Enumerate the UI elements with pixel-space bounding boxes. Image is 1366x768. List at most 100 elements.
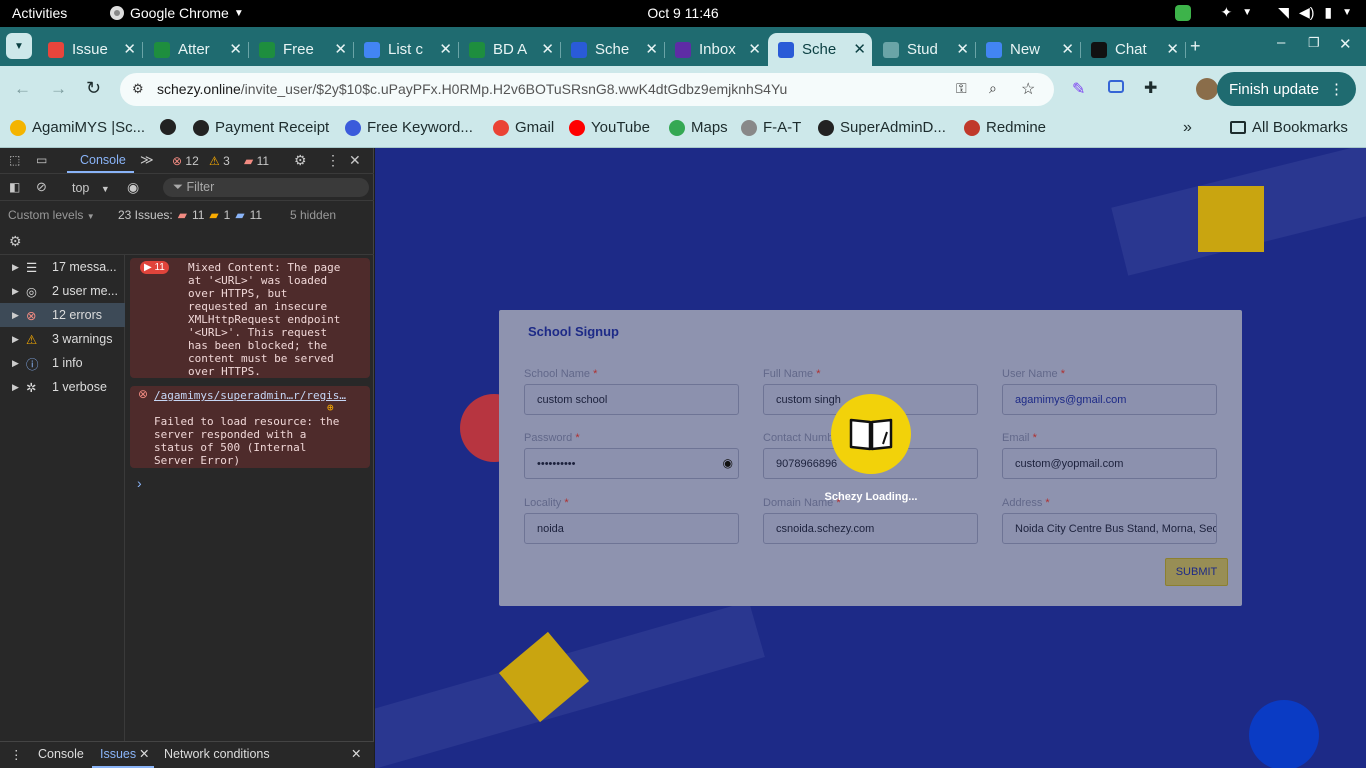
sidebar-item-4[interactable]: ▶ ⓘ 1 info	[0, 351, 125, 375]
field-input[interactable]: custom@yopmail.com	[1002, 448, 1217, 479]
filter-input[interactable]: ⏷ Filter	[163, 178, 369, 197]
drawer-tab-console[interactable]: Console	[38, 747, 84, 761]
sidebar-item-5[interactable]: ▶ ✲ 1 verbose	[0, 375, 125, 399]
error-count-badge[interactable]: ⊗ 12	[172, 154, 199, 168]
address-bar[interactable]: ⚙ schezy.online/invite_user/$2y$10$c.uPa…	[120, 73, 1054, 106]
close-window-button[interactable]: ✕	[1339, 35, 1352, 53]
field-input[interactable]: agamimys@gmail.com	[1002, 384, 1217, 415]
close-tab-icon[interactable]: ✕	[229, 40, 242, 58]
sidebar-item-3[interactable]: ▶ ⚠ 3 warnings	[0, 327, 125, 351]
close-tab-icon[interactable]: ✕	[1166, 40, 1179, 58]
drawer-tab-issues[interactable]: Issues	[100, 747, 136, 761]
drawer-tab-network-conditions[interactable]: Network conditions	[164, 747, 270, 761]
bookmark-6[interactable]: Maps	[669, 119, 728, 136]
star-icon[interactable]: ☆	[1021, 79, 1035, 99]
field-input[interactable]: custom school	[524, 384, 739, 415]
bookmark-3[interactable]: Free Keyword...	[345, 119, 473, 136]
close-tab-icon[interactable]: ✕	[541, 40, 554, 58]
bookmark-4[interactable]: Gmail	[493, 119, 554, 136]
sidebar-item-2[interactable]: ▶ ⊗ 12 errors	[0, 303, 125, 327]
field-input[interactable]: ••••••••••	[524, 448, 739, 479]
warning-count-badge[interactable]: ⚠ 3	[209, 154, 230, 168]
system-tray[interactable]: ✦ ▼ ◥ ◀) ▮ ▼	[1174, 4, 1352, 21]
close-tab-icon[interactable]: ✕	[123, 40, 136, 58]
extension-pen-icon[interactable]: ✎	[1072, 79, 1085, 99]
tab-9[interactable]: New ✕	[976, 33, 1081, 66]
close-tab-icon[interactable]: ✕	[334, 40, 347, 58]
more-tabs-icon[interactable]: ≫	[140, 152, 154, 168]
tab-1[interactable]: Atter ✕	[144, 33, 249, 66]
context-selector[interactable]: top ▼	[72, 181, 110, 195]
sidebar-item-0[interactable]: ▶ ☰ 17 messa...	[0, 255, 125, 279]
console-prompt[interactable]: ›	[137, 475, 142, 491]
tab-5[interactable]: Sche ✕	[561, 33, 665, 66]
console-message-mixed-content[interactable]: ▶ 11 Mixed Content: The page at '<URL>' …	[130, 258, 370, 378]
user-icon: ◎	[26, 284, 37, 299]
close-tab-icon[interactable]: ✕	[1061, 40, 1074, 58]
site-info-icon[interactable]: ⚙	[132, 81, 144, 97]
tab-8[interactable]: Stud ✕	[873, 33, 976, 66]
close-tab-icon[interactable]: ✕	[853, 40, 866, 58]
close-tab-icon[interactable]: ✕	[645, 40, 658, 58]
tab-3[interactable]: List c ✕	[354, 33, 459, 66]
bookmark-7[interactable]: F-A-T	[741, 119, 801, 136]
zoom-icon[interactable]: ⌕	[989, 80, 997, 97]
sidebar-toggle-icon[interactable]: ◧	[9, 180, 20, 194]
close-tab-icon[interactable]: ✕	[956, 40, 969, 58]
field-input[interactable]: Noida City Centre Bus Stand, Morna, Sect…	[1002, 513, 1217, 544]
close-devtools-icon[interactable]: ✕	[349, 152, 361, 169]
tab-7[interactable]: Sche ✕	[768, 33, 872, 66]
tab-10[interactable]: Chat ✕	[1081, 33, 1186, 66]
more-vert-icon[interactable]: ⋮	[326, 152, 340, 169]
tab-2[interactable]: Free ✕	[249, 33, 354, 66]
device-toolbar-icon[interactable]: ▭	[36, 153, 47, 167]
back-button[interactable]: ←	[14, 79, 31, 99]
field-input[interactable]: csnoida.schezy.com	[763, 513, 978, 544]
issues-count-badge[interactable]: ▰ 11	[244, 154, 269, 168]
tab-search-button[interactable]: ▼	[6, 33, 32, 59]
bookmark-0[interactable]: AgamiMYS |Sc...	[10, 119, 145, 136]
close-tab-icon[interactable]: ✕	[439, 40, 452, 58]
maximize-button[interactable]: ❐	[1308, 35, 1320, 51]
bookmark-8[interactable]: SuperAdminD...	[818, 119, 946, 136]
custom-levels-dropdown[interactable]: Custom levels ▼	[8, 208, 95, 222]
close-drawer-icon[interactable]: ✕	[351, 746, 361, 761]
issues-summary[interactable]: 23 Issues: ▰ 11 ▰ 1 ▰ 11	[118, 208, 262, 222]
drawer-menu-icon[interactable]: ⋮	[10, 747, 23, 762]
new-tab-button[interactable]: +	[1190, 36, 1201, 57]
all-bookmarks-button[interactable]: All Bookmarks	[1230, 119, 1348, 136]
close-tab-icon[interactable]: ✕	[748, 40, 761, 58]
app-menu[interactable]: Google Chrome ▼	[109, 5, 244, 21]
tab-0[interactable]: Issue ✕	[38, 33, 143, 66]
minimize-button[interactable]: –	[1277, 34, 1285, 51]
console-settings-icon[interactable]: ⚙	[9, 233, 22, 250]
eye-icon[interactable]: ◉	[127, 179, 139, 196]
tab-6[interactable]: Inbox ✕	[665, 33, 767, 66]
network-icon[interactable]: ⊕	[327, 401, 334, 414]
finish-update-button[interactable]: Finish update ⋮	[1216, 72, 1356, 106]
source-link[interactable]: /agamimys/superadmin…r/regis…	[154, 389, 346, 402]
key-icon[interactable]: ⚿	[956, 80, 967, 97]
tab-4[interactable]: BD A ✕	[459, 33, 561, 66]
bookmark-1[interactable]	[160, 119, 182, 135]
bookmark-5[interactable]: YouTube	[569, 119, 650, 136]
sidebar-item-1[interactable]: ▶ ◎ 2 user me...	[0, 279, 125, 303]
inspect-icon[interactable]: ⬚	[9, 153, 20, 167]
submit-button[interactable]: SUBMIT	[1165, 558, 1228, 586]
settings-gear-icon[interactable]: ⚙	[294, 152, 307, 169]
eye-icon[interactable]: ◉	[723, 456, 733, 470]
tab-console[interactable]: Console	[80, 153, 126, 167]
clear-console-icon[interactable]: ⊘	[36, 179, 47, 195]
bookmarks-overflow-button[interactable]: »	[1183, 119, 1192, 137]
console-message-failed-load[interactable]: ⊗ /agamimys/superadmin…r/regis… ⊕ Failed…	[130, 386, 370, 468]
extension-record-icon[interactable]	[1108, 80, 1124, 93]
bookmark-9[interactable]: Redmine	[964, 119, 1046, 136]
bookmark-2[interactable]: Payment Receipt	[193, 119, 329, 136]
field-input[interactable]: noida	[524, 513, 739, 544]
forward-button[interactable]: →	[50, 79, 67, 99]
activities-button[interactable]: Activities	[12, 5, 67, 21]
reload-button[interactable]: ↻	[86, 78, 101, 99]
extensions-puzzle-icon[interactable]: ✚	[1144, 78, 1157, 98]
avatar[interactable]	[1196, 78, 1218, 100]
close-issues-tab-icon[interactable]: ✕	[139, 746, 149, 761]
